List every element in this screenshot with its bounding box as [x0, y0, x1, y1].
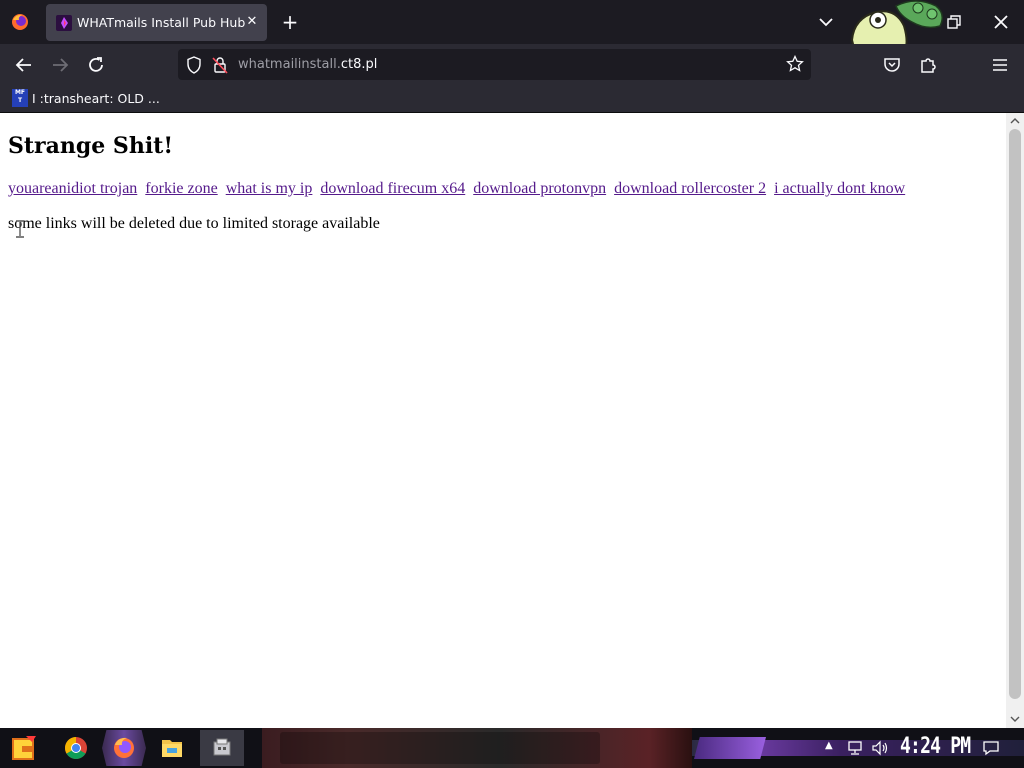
- back-arrow-icon[interactable]: [11, 52, 37, 78]
- file-explorer-taskbar-button[interactable]: [150, 730, 194, 766]
- navigation-toolbar: whatmailinstall.ct8.pl: [0, 44, 1024, 85]
- scroll-up-arrow-icon[interactable]: [1009, 115, 1021, 127]
- bookmarks-toolbar: MF T I :transheart: OLD ...: [0, 85, 1024, 113]
- reload-icon[interactable]: [83, 52, 109, 78]
- restore-window-icon[interactable]: [946, 14, 962, 30]
- address-bar[interactable]: whatmailinstall.ct8.pl: [178, 49, 811, 80]
- chrome-icon: [65, 737, 87, 759]
- show-hidden-icons-chevron-icon[interactable]: ▲: [825, 740, 837, 754]
- pocket-icon[interactable]: [882, 55, 902, 75]
- taskbar-wallpaper-art: [262, 728, 692, 768]
- bookmark-star-icon[interactable]: [786, 55, 804, 73]
- url-subdomain: whatmailinstall.: [238, 57, 341, 72]
- hamburger-menu-icon[interactable]: [990, 55, 1010, 75]
- new-tab-button[interactable]: +: [279, 11, 301, 33]
- file-explorer-icon: [162, 740, 182, 757]
- vertical-scrollbar[interactable]: [1006, 113, 1024, 728]
- bookmark-favicon-icon: MF T: [12, 89, 28, 107]
- tab-active[interactable]: WHATmails Install Pub Hub ✕: [46, 4, 267, 41]
- link-what-is-my-ip[interactable]: what is my ip: [226, 180, 313, 197]
- list-all-tabs-icon[interactable]: [816, 12, 836, 32]
- taskbar-decor-chip: [694, 737, 766, 759]
- link-download-rollercoster[interactable]: download rollercoster 2: [614, 180, 766, 197]
- tab-favicon-icon: [56, 15, 72, 31]
- firefox-taskbar-button[interactable]: [102, 730, 146, 766]
- start-button[interactable]: [2, 730, 46, 766]
- action-center-icon[interactable]: [982, 740, 1000, 756]
- url-text[interactable]: whatmailinstall.ct8.pl: [238, 57, 377, 72]
- scrollbar-thumb[interactable]: [1009, 129, 1021, 699]
- close-window-icon[interactable]: [990, 11, 1012, 33]
- insecure-lock-icon[interactable]: [212, 56, 228, 74]
- tab-close-icon[interactable]: ✕: [244, 12, 260, 32]
- bookmark-item[interactable]: I :transheart: OLD ...: [32, 91, 160, 106]
- link-download-protonvpn[interactable]: download protonvpn: [473, 180, 606, 197]
- network-icon[interactable]: [847, 740, 863, 756]
- link-youareanidiot-trojan[interactable]: youareanidiot trojan: [8, 180, 137, 197]
- text-cursor-icon: [16, 220, 24, 238]
- extensions-puzzle-icon[interactable]: [918, 55, 938, 75]
- app-icon: [213, 738, 231, 756]
- page-content: Strange Shit! youareanidiot trojan forki…: [0, 113, 1006, 728]
- scroll-down-arrow-icon[interactable]: [1009, 713, 1021, 725]
- taskbar-clock[interactable]: 4:24 PM: [900, 734, 971, 759]
- volume-icon[interactable]: [871, 740, 889, 756]
- url-domain: ct8.pl: [340, 57, 378, 72]
- link-forkie-zone[interactable]: forkie zone: [145, 180, 217, 197]
- firefox-view-icon[interactable]: [10, 12, 30, 32]
- taskbar: ▲ 4:24 PM: [0, 728, 1024, 768]
- link-download-firecum[interactable]: download firecum x64: [320, 180, 465, 197]
- tab-title: WHATmails Install Pub Hub: [77, 15, 246, 30]
- chrome-taskbar-button[interactable]: [54, 730, 98, 766]
- app-taskbar-button[interactable]: [200, 730, 244, 766]
- start-icon: [12, 736, 36, 760]
- forward-arrow-icon[interactable]: [47, 52, 73, 78]
- firefox-icon: [114, 737, 134, 758]
- link-i-actually-dont-know[interactable]: i actually dont know: [774, 180, 905, 197]
- tracking-protection-shield-icon[interactable]: [186, 56, 202, 74]
- storage-notice: some links will be deleted due to limite…: [8, 215, 380, 232]
- page-title: Strange Shit!: [8, 133, 173, 159]
- link-list: youareanidiot trojan forkie zone what is…: [8, 180, 909, 198]
- tab-strip: WHATmails Install Pub Hub ✕ +: [0, 0, 1024, 61]
